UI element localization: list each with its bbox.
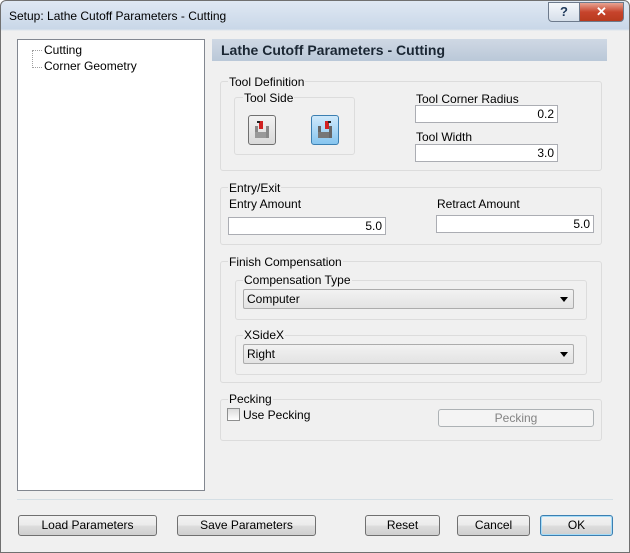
dialog-client: Cutting Corner Geometry Lathe Cutoff Par… bbox=[7, 31, 622, 545]
settings-tree[interactable]: Cutting Corner Geometry bbox=[17, 39, 205, 491]
use-pecking-label[interactable]: Use Pecking bbox=[243, 408, 310, 422]
close-icon: ✕ bbox=[596, 4, 607, 19]
tool-side-right-button[interactable] bbox=[311, 115, 339, 145]
help-icon: ? bbox=[560, 4, 568, 19]
load-parameters-button[interactable]: Load Parameters bbox=[18, 515, 157, 536]
pecking-button[interactable]: Pecking bbox=[438, 409, 594, 427]
retract-amount-input[interactable]: 5.0 bbox=[436, 215, 594, 233]
compensation-type-select[interactable]: Computer bbox=[243, 289, 574, 309]
tool-side-label: Tool Side bbox=[243, 91, 295, 105]
entry-amount-input[interactable]: 5.0 bbox=[228, 217, 386, 235]
corner-radius-input[interactable]: 0.2 bbox=[415, 105, 558, 123]
compensation-type-value: Computer bbox=[247, 292, 300, 306]
xsidex-value: Right bbox=[247, 347, 276, 361]
finish-compensation-label: Finish Compensation bbox=[228, 255, 343, 269]
tool-width-label: Tool Width bbox=[416, 130, 473, 144]
tool-definition-label: Tool Definition bbox=[228, 75, 306, 89]
tree-connector bbox=[32, 50, 42, 51]
save-parameters-button[interactable]: Save Parameters bbox=[177, 515, 316, 536]
page-title: Lathe Cutoff Parameters - Cutting bbox=[212, 39, 607, 61]
corner-radius-label: Tool Corner Radius bbox=[416, 92, 519, 106]
ok-button[interactable]: OK bbox=[540, 515, 613, 536]
chevron-down-icon bbox=[560, 352, 568, 357]
xsidex-select[interactable]: Right bbox=[243, 344, 574, 364]
title-bar[interactable]: Setup: Lathe Cutoff Parameters - Cutting… bbox=[1, 1, 629, 31]
pecking-label: Pecking bbox=[228, 392, 273, 406]
reset-button[interactable]: Reset bbox=[365, 515, 440, 536]
compensation-type-label: Compensation Type bbox=[243, 273, 352, 287]
cancel-button[interactable]: Cancel bbox=[457, 515, 530, 536]
use-pecking-checkbox[interactable] bbox=[227, 408, 240, 421]
tool-width-input[interactable]: 3.0 bbox=[415, 144, 558, 162]
tree-item-cutting[interactable]: Cutting bbox=[44, 42, 82, 58]
close-button[interactable]: ✕ bbox=[579, 2, 624, 22]
tree-connector bbox=[32, 67, 42, 68]
tool-side-left-button[interactable] bbox=[248, 115, 276, 145]
entry-exit-label: Entry/Exit bbox=[228, 181, 282, 195]
setup-dialog: Setup: Lathe Cutoff Parameters - Cutting… bbox=[0, 0, 630, 553]
cutoff-tool-left-icon bbox=[255, 121, 269, 138]
tree-connector bbox=[32, 50, 33, 68]
chevron-down-icon bbox=[560, 297, 568, 302]
help-button[interactable]: ? bbox=[548, 2, 580, 22]
xsidex-label: XSideX bbox=[243, 328, 286, 342]
tree-item-corner-geometry[interactable]: Corner Geometry bbox=[44, 58, 137, 74]
retract-amount-label: Retract Amount bbox=[437, 197, 520, 211]
window-title: Setup: Lathe Cutoff Parameters - Cutting bbox=[9, 9, 227, 23]
cutoff-tool-right-icon bbox=[318, 121, 332, 138]
entry-amount-label: Entry Amount bbox=[229, 197, 302, 211]
footer-divider bbox=[17, 499, 613, 500]
